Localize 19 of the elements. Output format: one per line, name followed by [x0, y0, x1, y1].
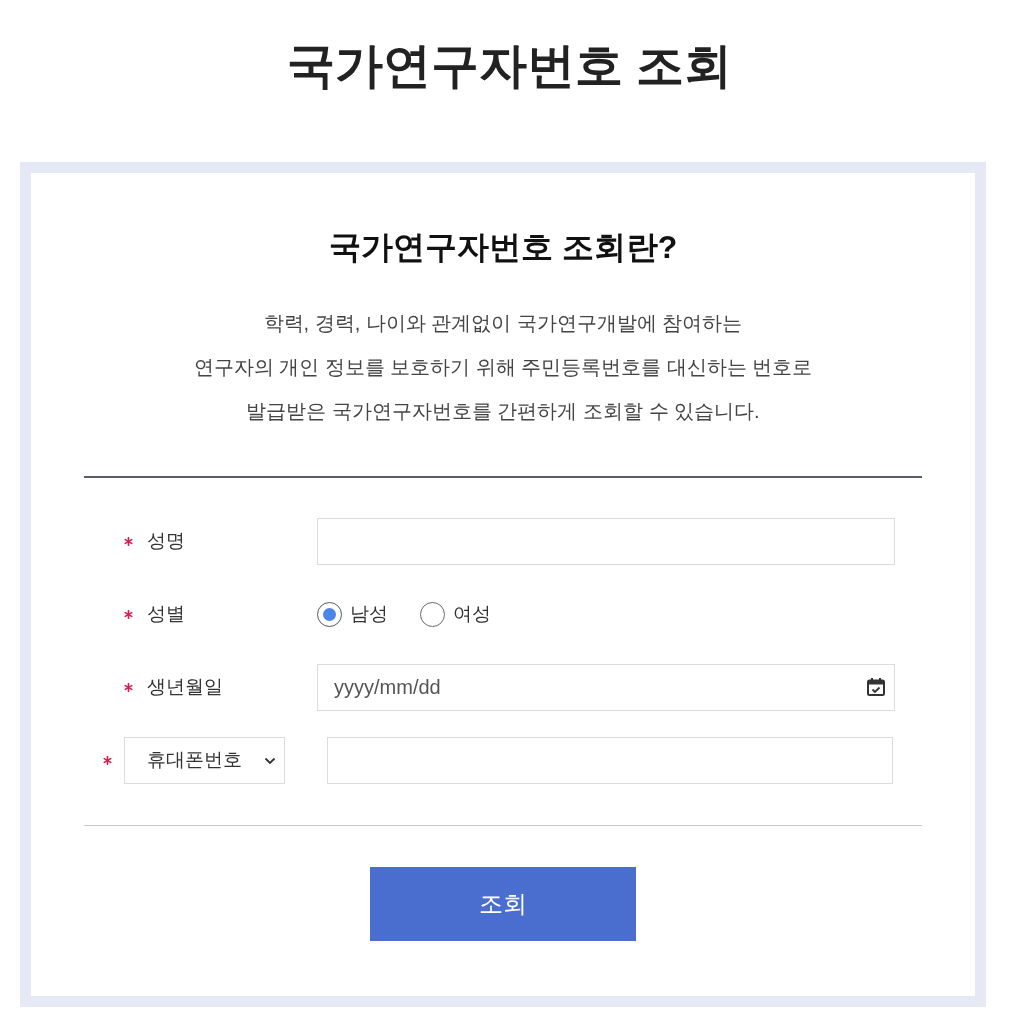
chevron-down-icon — [264, 756, 276, 765]
date-input-field[interactable]: yyyy/mm/dd — [317, 664, 895, 711]
radio-icon[interactable] — [420, 602, 445, 627]
text-input-field[interactable] — [317, 518, 895, 565]
page-title: 국가연구자번호 조회 — [286, 38, 733, 94]
calendar-icon[interactable] — [866, 677, 886, 697]
phone-number-input-field[interactable] — [327, 737, 893, 784]
radio-label[interactable]: 남성 — [350, 600, 388, 629]
field-label: 성명 — [147, 529, 185, 554]
field-label: 성별 — [147, 602, 185, 627]
radio-label[interactable]: 여성 — [453, 600, 491, 629]
info-text: 발급받은 국가연구자번호를 간편하게 조회할 수 있습니다. — [246, 399, 760, 424]
field-label: 생년월일 — [147, 675, 223, 700]
radio-icon[interactable] — [317, 602, 342, 627]
info-text: 연구자의 개인 정보를 보호하기 위해 주민등록번호를 대신하는 번호로 — [193, 355, 813, 380]
phone-type-select[interactable]: 휴대폰번호 — [124, 737, 285, 784]
submit-button[interactable]: 조회 — [370, 867, 636, 941]
info-heading: 국가연구자번호 조회란? — [328, 228, 678, 267]
info-text: 학력, 경력, 나이와 관계없이 국가연구개발에 참여하는 — [263, 311, 743, 336]
